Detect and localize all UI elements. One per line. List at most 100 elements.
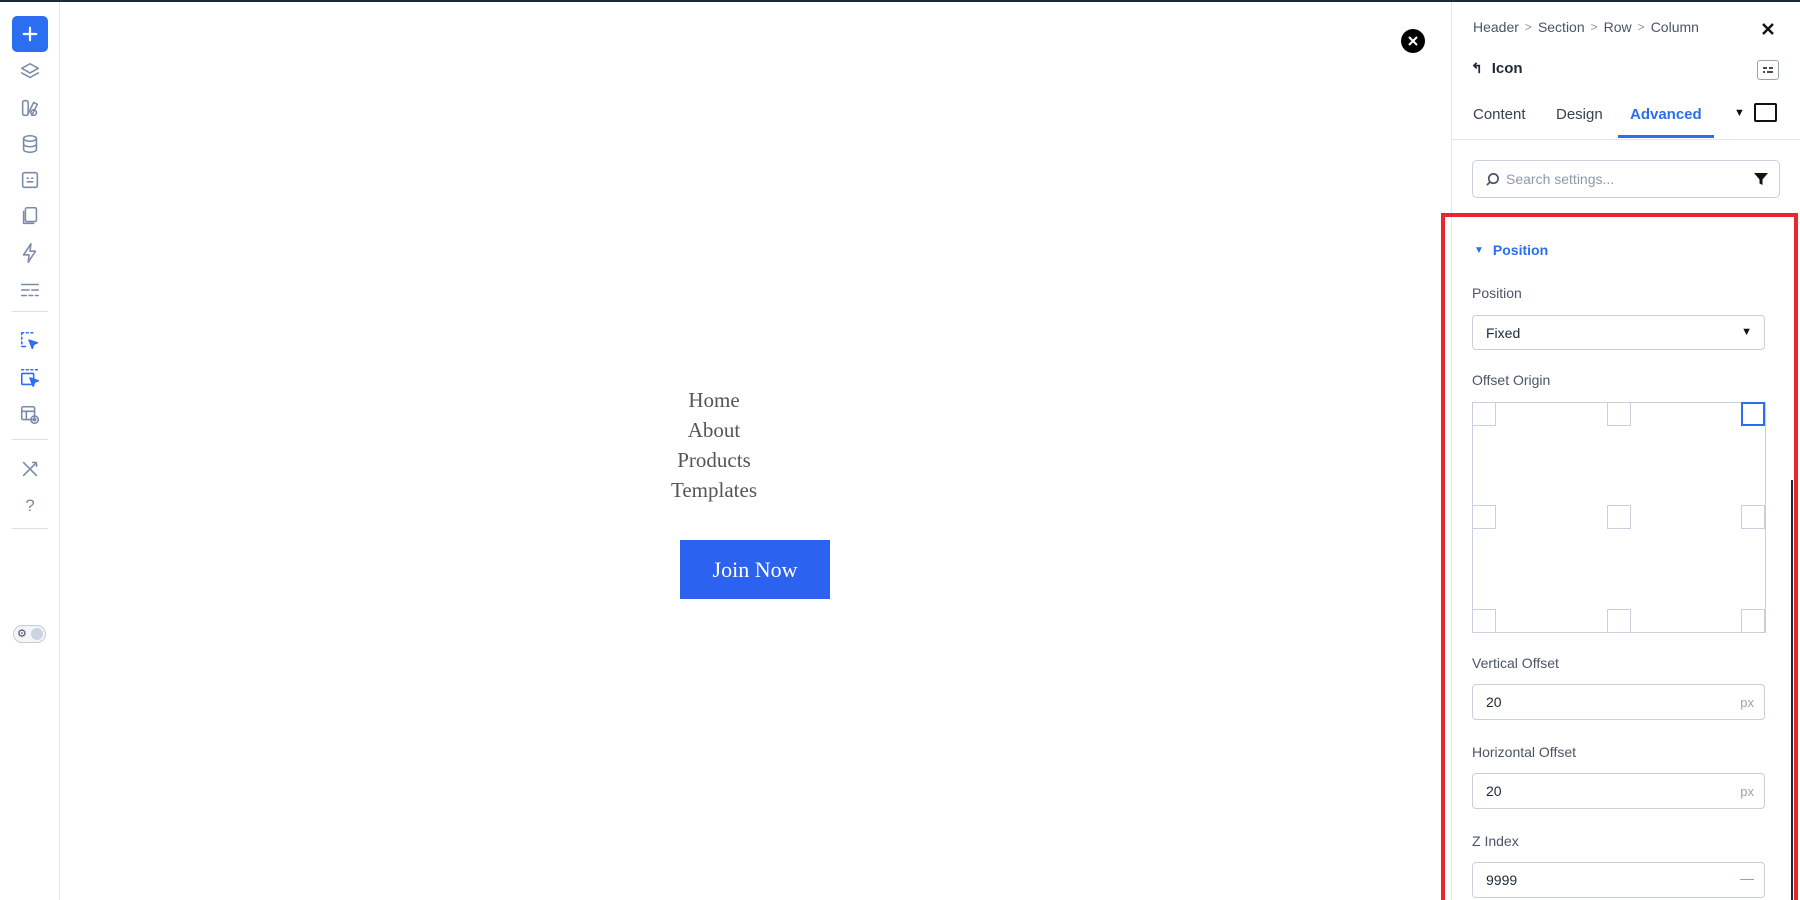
dynamic-content-button[interactable] xyxy=(12,162,48,198)
panel-scrollbar[interactable] xyxy=(1791,480,1793,900)
origin-top-left[interactable] xyxy=(1472,402,1496,426)
panel-options-button[interactable] xyxy=(1757,60,1779,80)
layers-button[interactable] xyxy=(12,54,48,90)
vertical-offset-input[interactable]: 20 px xyxy=(1472,684,1765,720)
settings-panel: Header > Section > Row > Column ↰ Icon C… xyxy=(1451,2,1800,900)
position-label: Position xyxy=(1472,285,1522,301)
triangle-down-icon: ▼ xyxy=(1474,244,1484,256)
vertical-offset-value: 20 xyxy=(1486,694,1502,710)
origin-bottom-left[interactable] xyxy=(1472,609,1496,633)
offset-origin-grid xyxy=(1472,402,1766,633)
widgets-icon xyxy=(21,99,39,117)
breadcrumb-header[interactable]: Header xyxy=(1473,19,1519,35)
options-icon xyxy=(1763,67,1773,73)
close-icon xyxy=(1762,23,1774,35)
layout-button[interactable] xyxy=(12,272,48,308)
dynamic-content-icon xyxy=(21,171,39,189)
app-window: ? ⚙ Home About Products Templates Join N… xyxy=(0,0,1800,900)
tab-advanced[interactable]: Advanced xyxy=(1618,106,1714,138)
chevron-right-icon: > xyxy=(1524,20,1532,34)
nav-item-home[interactable]: Home xyxy=(614,385,814,415)
breadcrumb: Header > Section > Row > Column xyxy=(1473,19,1699,35)
element-title-text: Icon xyxy=(1491,60,1523,77)
gear-icon: ⚙ xyxy=(17,628,27,640)
origin-top-center[interactable] xyxy=(1607,402,1631,426)
tab-content[interactable]: Content xyxy=(1473,106,1526,138)
search-input[interactable] xyxy=(1506,171,1746,187)
interactions-icon xyxy=(22,243,37,263)
origin-middle-right[interactable] xyxy=(1741,505,1765,529)
settings-search xyxy=(1472,160,1780,198)
select-parent-icon xyxy=(20,368,40,388)
nav-item-about[interactable]: About xyxy=(614,415,814,445)
toolbar-divider xyxy=(12,528,48,529)
breadcrumb-row[interactable]: Row xyxy=(1604,19,1632,35)
help-icon: ? xyxy=(25,496,35,515)
section-title: Position xyxy=(1492,242,1549,258)
chevron-right-icon: > xyxy=(1637,20,1645,34)
origin-top-right[interactable] xyxy=(1741,402,1765,426)
close-icon xyxy=(1408,36,1418,46)
position-select[interactable]: Fixed ▼ xyxy=(1472,315,1765,350)
dash-icon xyxy=(1740,879,1754,880)
select-element-icon xyxy=(20,331,39,350)
vertical-offset-label: Vertical Offset xyxy=(1472,655,1559,671)
offset-origin-label: Offset Origin xyxy=(1472,372,1551,388)
z-index-input[interactable]: 9999 xyxy=(1472,862,1765,898)
z-index-label: Z Index xyxy=(1472,833,1519,849)
back-arrow-icon[interactable]: ↰ xyxy=(1471,60,1483,77)
horizontal-offset-label: Horizontal Offset xyxy=(1472,744,1577,760)
tab-design[interactable]: Design xyxy=(1556,106,1603,138)
chevron-right-icon: > xyxy=(1590,20,1598,34)
help-button[interactable]: ? xyxy=(12,488,48,524)
add-icon xyxy=(22,26,38,42)
database-icon xyxy=(22,134,38,154)
unit-label[interactable]: px xyxy=(1740,784,1754,799)
z-index-value: 9999 xyxy=(1486,872,1518,888)
add-module-button[interactable] xyxy=(12,16,48,52)
select-parent-button[interactable] xyxy=(12,360,48,396)
position-section-toggle[interactable]: ▼ Position xyxy=(1474,242,1548,258)
toggle-knob xyxy=(31,628,43,640)
horizontal-offset-value: 20 xyxy=(1486,783,1502,799)
breadcrumb-column[interactable]: Column xyxy=(1651,19,1699,35)
widgets-button[interactable] xyxy=(12,90,48,126)
preview-icon xyxy=(20,405,40,425)
triangle-down-icon: ▼ xyxy=(1741,326,1752,338)
database-button[interactable] xyxy=(12,126,48,162)
origin-center[interactable] xyxy=(1607,505,1631,529)
page-canvas: Home About Products Templates Join Now xyxy=(61,2,1451,900)
triangle-down-icon[interactable]: ▼ xyxy=(1734,107,1745,119)
filter-icon[interactable] xyxy=(1753,171,1769,187)
breadcrumb-section[interactable]: Section xyxy=(1538,19,1585,35)
nav-item-templates[interactable]: Templates xyxy=(614,475,814,505)
preview-button[interactable] xyxy=(12,397,48,433)
tools-icon xyxy=(22,461,38,477)
close-panel-button[interactable] xyxy=(1757,18,1779,40)
toolbar-divider xyxy=(12,439,48,440)
interactions-button[interactable] xyxy=(12,235,48,271)
nav-menu: Home About Products Templates xyxy=(614,385,814,505)
pages-button[interactable] xyxy=(12,198,48,234)
position-select-value: Fixed xyxy=(1486,324,1521,341)
unit-label[interactable]: px xyxy=(1740,695,1754,710)
search-icon xyxy=(1486,172,1499,186)
select-element-button[interactable] xyxy=(12,323,48,359)
origin-bottom-right[interactable] xyxy=(1741,609,1765,633)
join-now-button[interactable]: Join Now xyxy=(680,540,830,599)
toolbar-divider xyxy=(12,311,48,312)
origin-middle-left[interactable] xyxy=(1472,505,1496,529)
element-title: ↰ Icon xyxy=(1471,60,1523,77)
tools-button[interactable] xyxy=(12,451,48,487)
settings-tabs: Content Design Advanced ▼ xyxy=(1452,98,1800,140)
nav-item-products[interactable]: Products xyxy=(614,445,814,475)
horizontal-offset-input[interactable]: 20 px xyxy=(1472,773,1765,809)
pages-icon xyxy=(22,206,38,225)
theme-toggle[interactable]: ⚙ xyxy=(13,625,46,643)
close-menu-button[interactable] xyxy=(1401,29,1425,53)
view-mode-icon[interactable] xyxy=(1754,103,1777,122)
layout-icon xyxy=(20,283,40,297)
origin-bottom-center[interactable] xyxy=(1607,609,1631,633)
layers-icon xyxy=(20,62,40,79)
left-toolbar: ? ⚙ xyxy=(0,2,60,900)
